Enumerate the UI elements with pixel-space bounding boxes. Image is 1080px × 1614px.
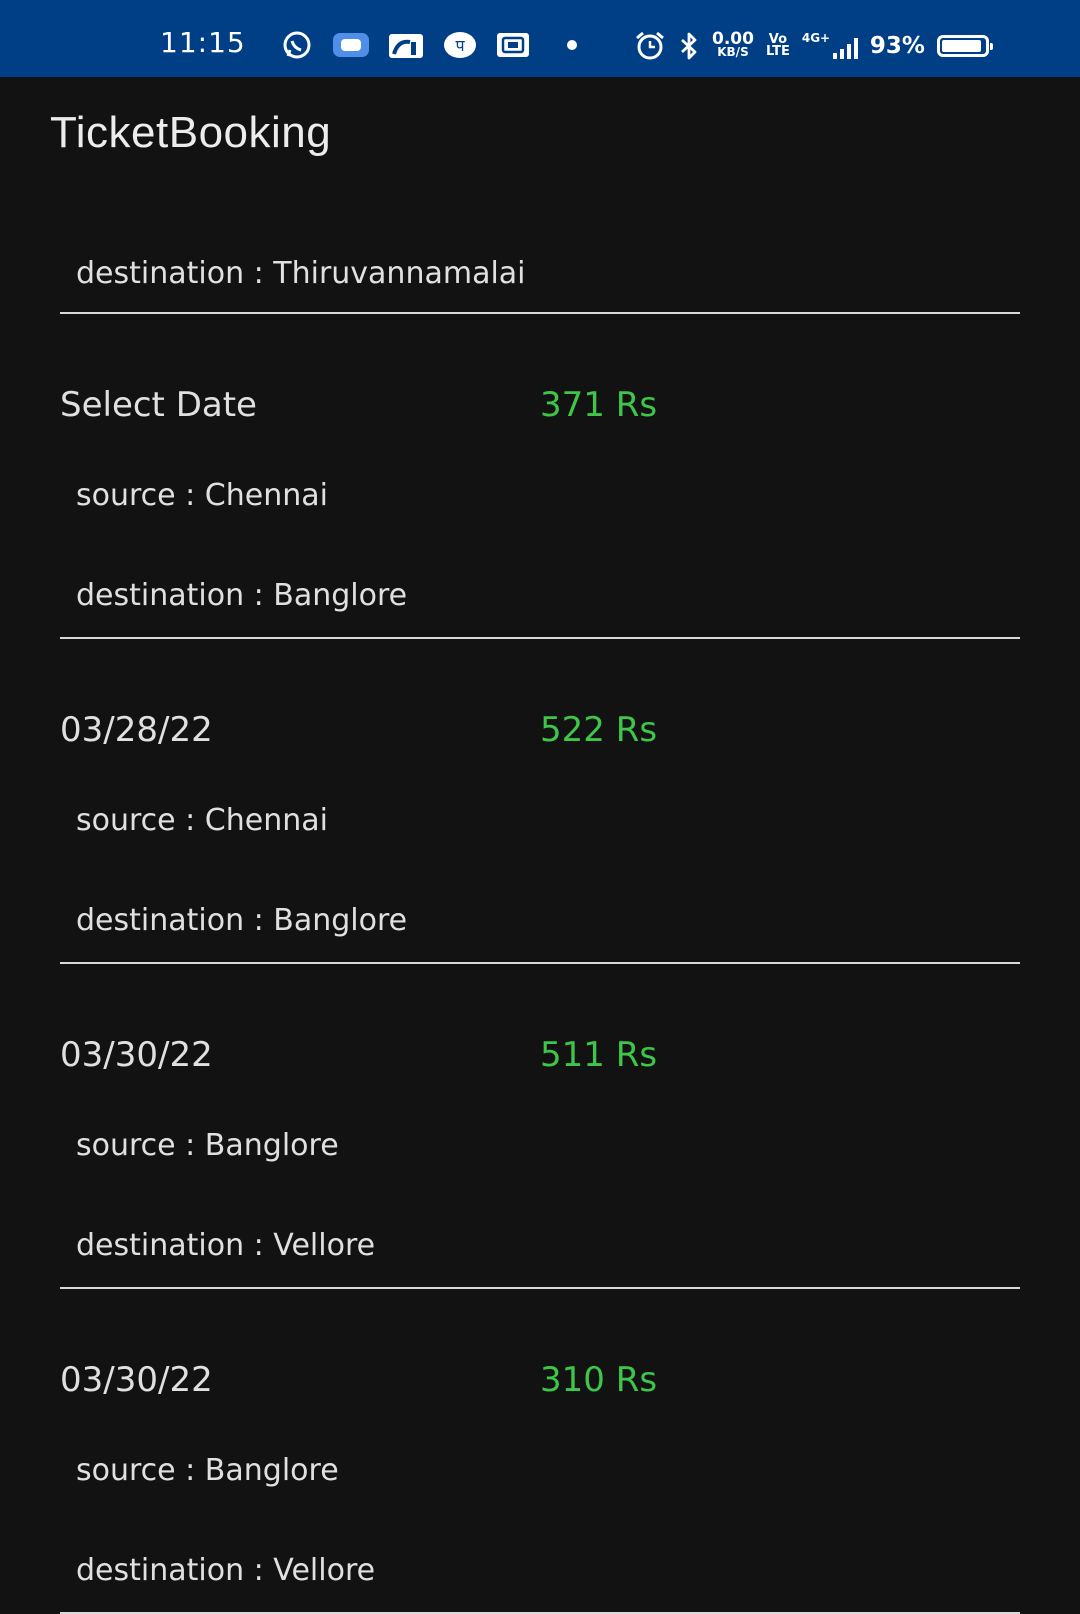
ticket-source: source : Chennai — [76, 478, 328, 513]
ticket-price: 371 Rs — [540, 385, 658, 425]
ticket-price: 310 Rs — [540, 1360, 658, 1400]
ticket-card[interactable]: Select Date 371 Rs source : Chennai dest… — [0, 220, 1080, 639]
battery-icon — [936, 35, 993, 57]
ticket-date: 03/28/22 — [60, 710, 213, 750]
signal-icon: 4G+ — [801, 31, 858, 59]
network-speed-unit: KB/S — [717, 45, 749, 59]
ticket-date: 03/30/22 — [60, 1035, 213, 1075]
bluetooth-icon — [678, 31, 700, 61]
bank-icon: प — [442, 30, 478, 60]
ticket-list[interactable]: Select Date 371 Rs source : Chennai dest… — [0, 220, 1080, 639]
ticket-card[interactable]: 03/30/22 511 Rs source : Banglore destin… — [0, 870, 1080, 1289]
ticket-card[interactable]: 03/30/22 310 Rs source : Banglore destin… — [0, 1195, 1080, 1614]
volte-indicator: Vo LTE — [765, 33, 790, 59]
ticket-destination: destination : Vellore — [76, 1553, 376, 1588]
whatsapp-icon — [280, 30, 314, 60]
system-icons: 0.00 KB/S Vo LTE 4G+ 93% — [634, 28, 993, 64]
ticket-date: 03/30/22 — [60, 1360, 213, 1400]
app-icon — [496, 30, 530, 60]
notification-icons: प — [280, 30, 578, 60]
status-time: 11:15 — [160, 26, 246, 59]
ticket-price: 522 Rs — [540, 710, 658, 750]
alarm-icon — [634, 31, 666, 61]
ticket-source: source : Banglore — [76, 1453, 339, 1488]
ticket-card[interactable]: 03/28/22 522 Rs source : Chennai destina… — [0, 545, 1080, 964]
chat-icon — [332, 30, 370, 60]
ticket-price: 511 Rs — [540, 1035, 658, 1075]
network-type: 4G+ — [801, 31, 831, 45]
battery-percent: 93% — [869, 33, 925, 59]
dot-icon — [566, 39, 578, 51]
shop-icon — [388, 30, 424, 60]
volte-bottom: LTE — [765, 44, 790, 59]
svg-text:प: प — [455, 36, 465, 55]
ticket-source: source : Banglore — [76, 1128, 339, 1163]
app-title: TicketBooking — [50, 108, 332, 157]
status-bar: 11:15 प 0.00 KB/S Vo LTE 4G+ 93% — [0, 0, 1080, 77]
ticket-source: source : Chennai — [76, 803, 328, 838]
ticket-date[interactable]: Select Date — [60, 385, 257, 425]
network-speed: 0.00 KB/S — [712, 31, 754, 59]
